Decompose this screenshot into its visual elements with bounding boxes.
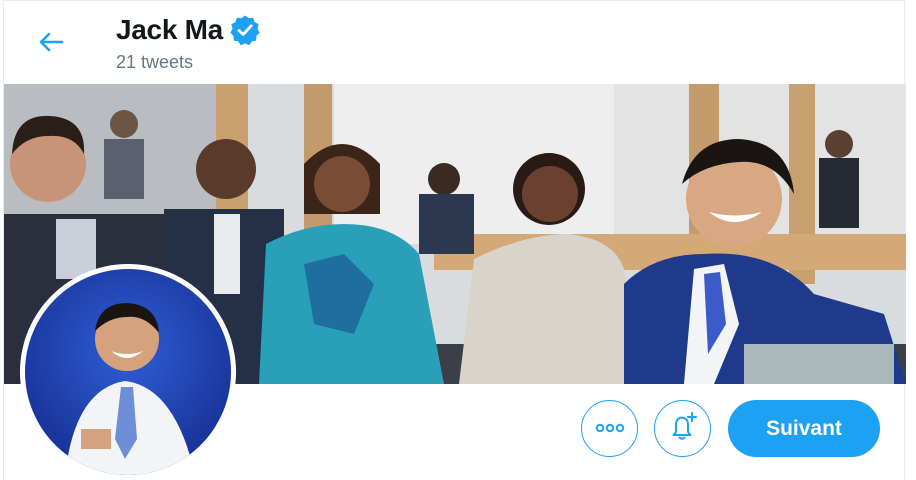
notifications-button[interactable]	[654, 400, 711, 457]
profile-name: Jack Ma	[116, 14, 223, 45]
follow-button[interactable]: Suivant	[728, 400, 880, 457]
profile-title: Jack Ma 21 tweets	[116, 13, 261, 73]
profile-actions: Suivant	[4, 397, 906, 461]
tweet-count: 21 tweets	[116, 52, 194, 72]
profile-header: Jack Ma 21 tweets	[4, 1, 906, 84]
profile-frame: Jack Ma 21 tweets Suivant	[3, 0, 906, 480]
more-dots-icon	[595, 420, 625, 438]
more-options-button[interactable]	[581, 400, 638, 457]
bell-plus-icon	[667, 410, 699, 447]
back-arrow-icon	[38, 31, 64, 58]
verified-badge-icon	[229, 14, 261, 46]
back-button[interactable]	[32, 25, 70, 63]
